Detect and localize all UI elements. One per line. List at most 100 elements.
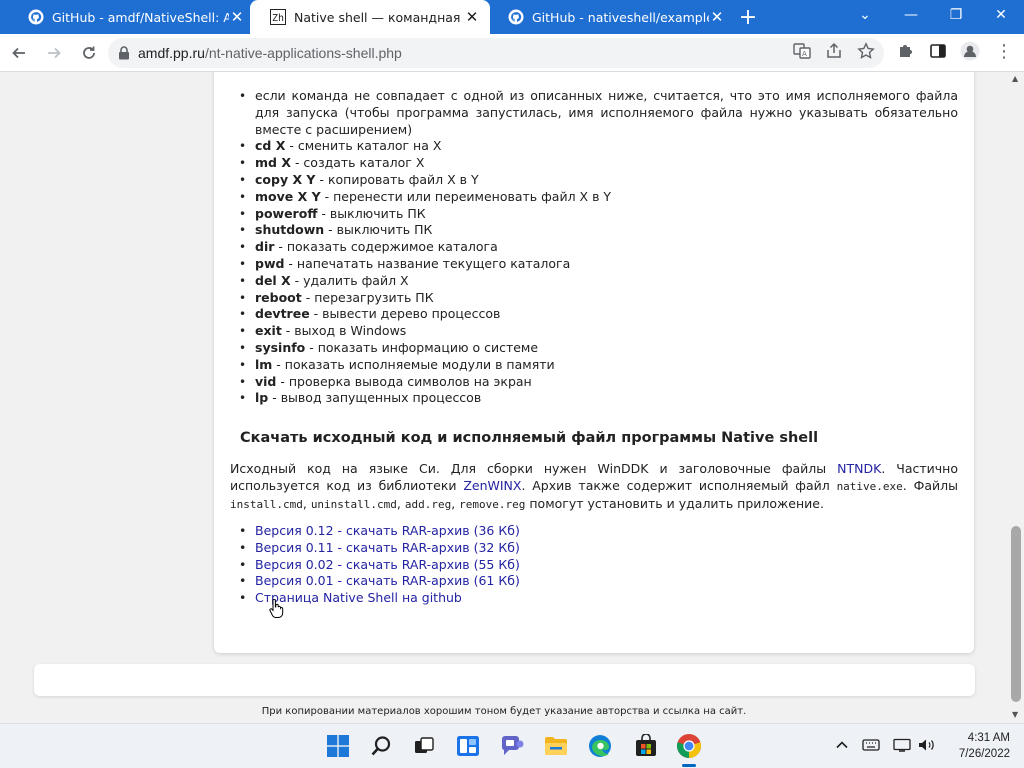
command-description: - показать содержимое каталога [274,239,498,255]
download-link-0-01[interactable]: Версия 0.01 - скачать RAR-архив (61 Кб) [255,573,520,588]
download-link-0-11[interactable]: Версия 0.11 - скачать RAR-архив (32 Кб) [255,540,520,555]
command-item: move X Y - перенести или переименовать ф… [230,189,958,206]
task-view-icon [415,737,434,753]
command-name: reboot [255,289,302,305]
chrome-icon [676,734,702,758]
keyboard-icon[interactable] [862,738,880,756]
command-name: lp [255,390,269,406]
zenwinx-link[interactable]: ZenWINX [463,478,521,493]
list-item: Версия 0.01 - скачать RAR-архив (61 Кб) [230,573,958,590]
command-name: del X [255,272,291,288]
reload-icon [83,46,95,59]
filename: add.reg [404,498,452,511]
page-viewport: если команда не совпадает с одной из опи… [0,72,1008,723]
command-item: copy X Y - копировать файл X в Y [230,172,958,189]
close-tab-icon[interactable]: ✕ [709,9,725,25]
footer-copyright-text: При копировании материалов хорошим тоном… [261,706,747,717]
minimize-button[interactable]: — [888,0,934,30]
side-panel-icon[interactable] [924,37,952,65]
ntndk-link[interactable]: NTNDK [837,461,881,476]
search-button[interactable] [367,732,395,760]
tab-title: GitHub - amdf/NativeShell: A she [52,9,229,25]
close-tab-icon[interactable]: ✕ [229,9,245,25]
lock-icon[interactable] [118,46,130,60]
filename: install.cmd [230,498,303,511]
command-item: shutdown - выключить ПК [230,222,958,239]
command-description: - проверка вывода символов на экран [276,373,532,389]
active-app-indicator [682,764,696,767]
tab-title: Native shell — командная строк [294,9,464,25]
tab-github-amdf[interactable]: GitHub - amdf/NativeShell: A she ✕ [8,0,255,34]
tab-native-shell[interactable]: Zh Native shell — командная строк ✕ [250,0,490,34]
github-page-link[interactable]: Страница Native Shell на github [255,590,462,605]
volume-icon[interactable] [918,738,936,756]
close-window-button[interactable]: ✕ [978,0,1024,30]
edge-button[interactable] [586,732,614,760]
command-name: exit [255,323,282,339]
file-explorer-button[interactable] [542,732,570,760]
command-description: - сменить каталог на X [285,138,442,154]
download-link-0-12[interactable]: Версия 0.12 - скачать RAR-архив (36 Кб) [255,523,520,538]
clock-date: 7/26/2022 [958,748,1010,760]
command-name: devtree [255,306,310,322]
scroll-down-icon[interactable]: ▼ [1012,710,1018,719]
translate-icon[interactable]: A [788,37,816,65]
site-favicon-icon: Zh [270,9,286,25]
page-scrollbar[interactable]: ▲ ▼ [1008,72,1024,723]
back-button[interactable] [3,37,35,69]
restore-button[interactable]: ❐ [933,0,979,30]
windows-taskbar: 4:31 AM 7/26/2022 [0,723,1024,768]
command-item: poweroff - выключить ПК [230,206,958,223]
back-arrow-icon [12,47,25,58]
command-name: dir [255,239,275,255]
list-item: Страница Native Shell на github [230,590,958,607]
widgets-icon [457,736,479,756]
extensions-puzzle-icon[interactable] [892,37,920,65]
command-item: sysinfo - показать информацию о системе [230,340,958,357]
share-icon[interactable] [820,37,848,65]
tab-github-nativeshell[interactable]: GitHub - nativeshell/examples ✕ [488,0,735,34]
svg-text:A: A [802,50,807,58]
start-button[interactable] [324,732,352,760]
url-path: /nt-native-applications-shell.php [204,45,402,61]
footer-box [34,664,975,696]
text: , [302,496,311,511]
close-tab-icon[interactable]: ✕ [464,9,480,25]
list-item: Версия 0.11 - скачать RAR-архив (32 Кб) [230,540,958,557]
task-view-button[interactable] [410,732,438,760]
filename: uninstall.cmd [310,498,397,511]
url-text: amdf.pp.ru/nt-native-applications-shell.… [138,45,402,61]
command-description: - вывод запущенных процессов [268,390,482,406]
command-description: - вывести дерево процессов [309,306,501,322]
folder-icon [545,737,567,755]
address-bar[interactable]: amdf.pp.ru/nt-native-applications-shell.… [108,38,884,68]
command-item: del X - удалить файл X [230,273,958,290]
text: . Файлы [902,478,958,493]
download-link-0-02[interactable]: Версия 0.02 - скачать RAR-архив (55 Кб) [255,557,520,572]
svg-text:Zh: Zh [272,13,284,24]
more-menu-icon[interactable]: ⋮ [990,37,1018,65]
scrollbar-thumb[interactable] [1011,526,1021,702]
chat-icon [501,736,524,755]
new-tab-button[interactable]: + [731,0,765,34]
bookmark-star-icon[interactable] [852,37,880,65]
store-button[interactable] [632,732,660,760]
command-item: pwd - напечатать название текущего катал… [230,256,958,273]
scroll-up-icon[interactable]: ▲ [1012,74,1018,83]
reload-button[interactable] [73,37,105,69]
chrome-button[interactable] [675,732,703,760]
system-clock[interactable]: 4:31 AM 7/26/2022 [940,730,1010,762]
widgets-button[interactable] [454,732,482,760]
hand-cursor-icon [269,599,284,618]
command-name: shutdown [255,222,325,238]
teams-chat-button[interactable] [498,732,526,760]
command-name: vid [255,373,277,389]
command-description: - выключить ПК [324,222,433,238]
chevron-down-icon[interactable]: ⌄ [842,0,888,30]
command-list: если команда не совпадает с одной из опи… [230,88,958,407]
forward-button[interactable] [38,37,70,69]
network-icon[interactable] [893,738,911,756]
command-description: - перезагрузить ПК [301,289,434,305]
profile-avatar-icon[interactable] [956,37,984,65]
chevron-up-icon[interactable] [835,738,849,756]
